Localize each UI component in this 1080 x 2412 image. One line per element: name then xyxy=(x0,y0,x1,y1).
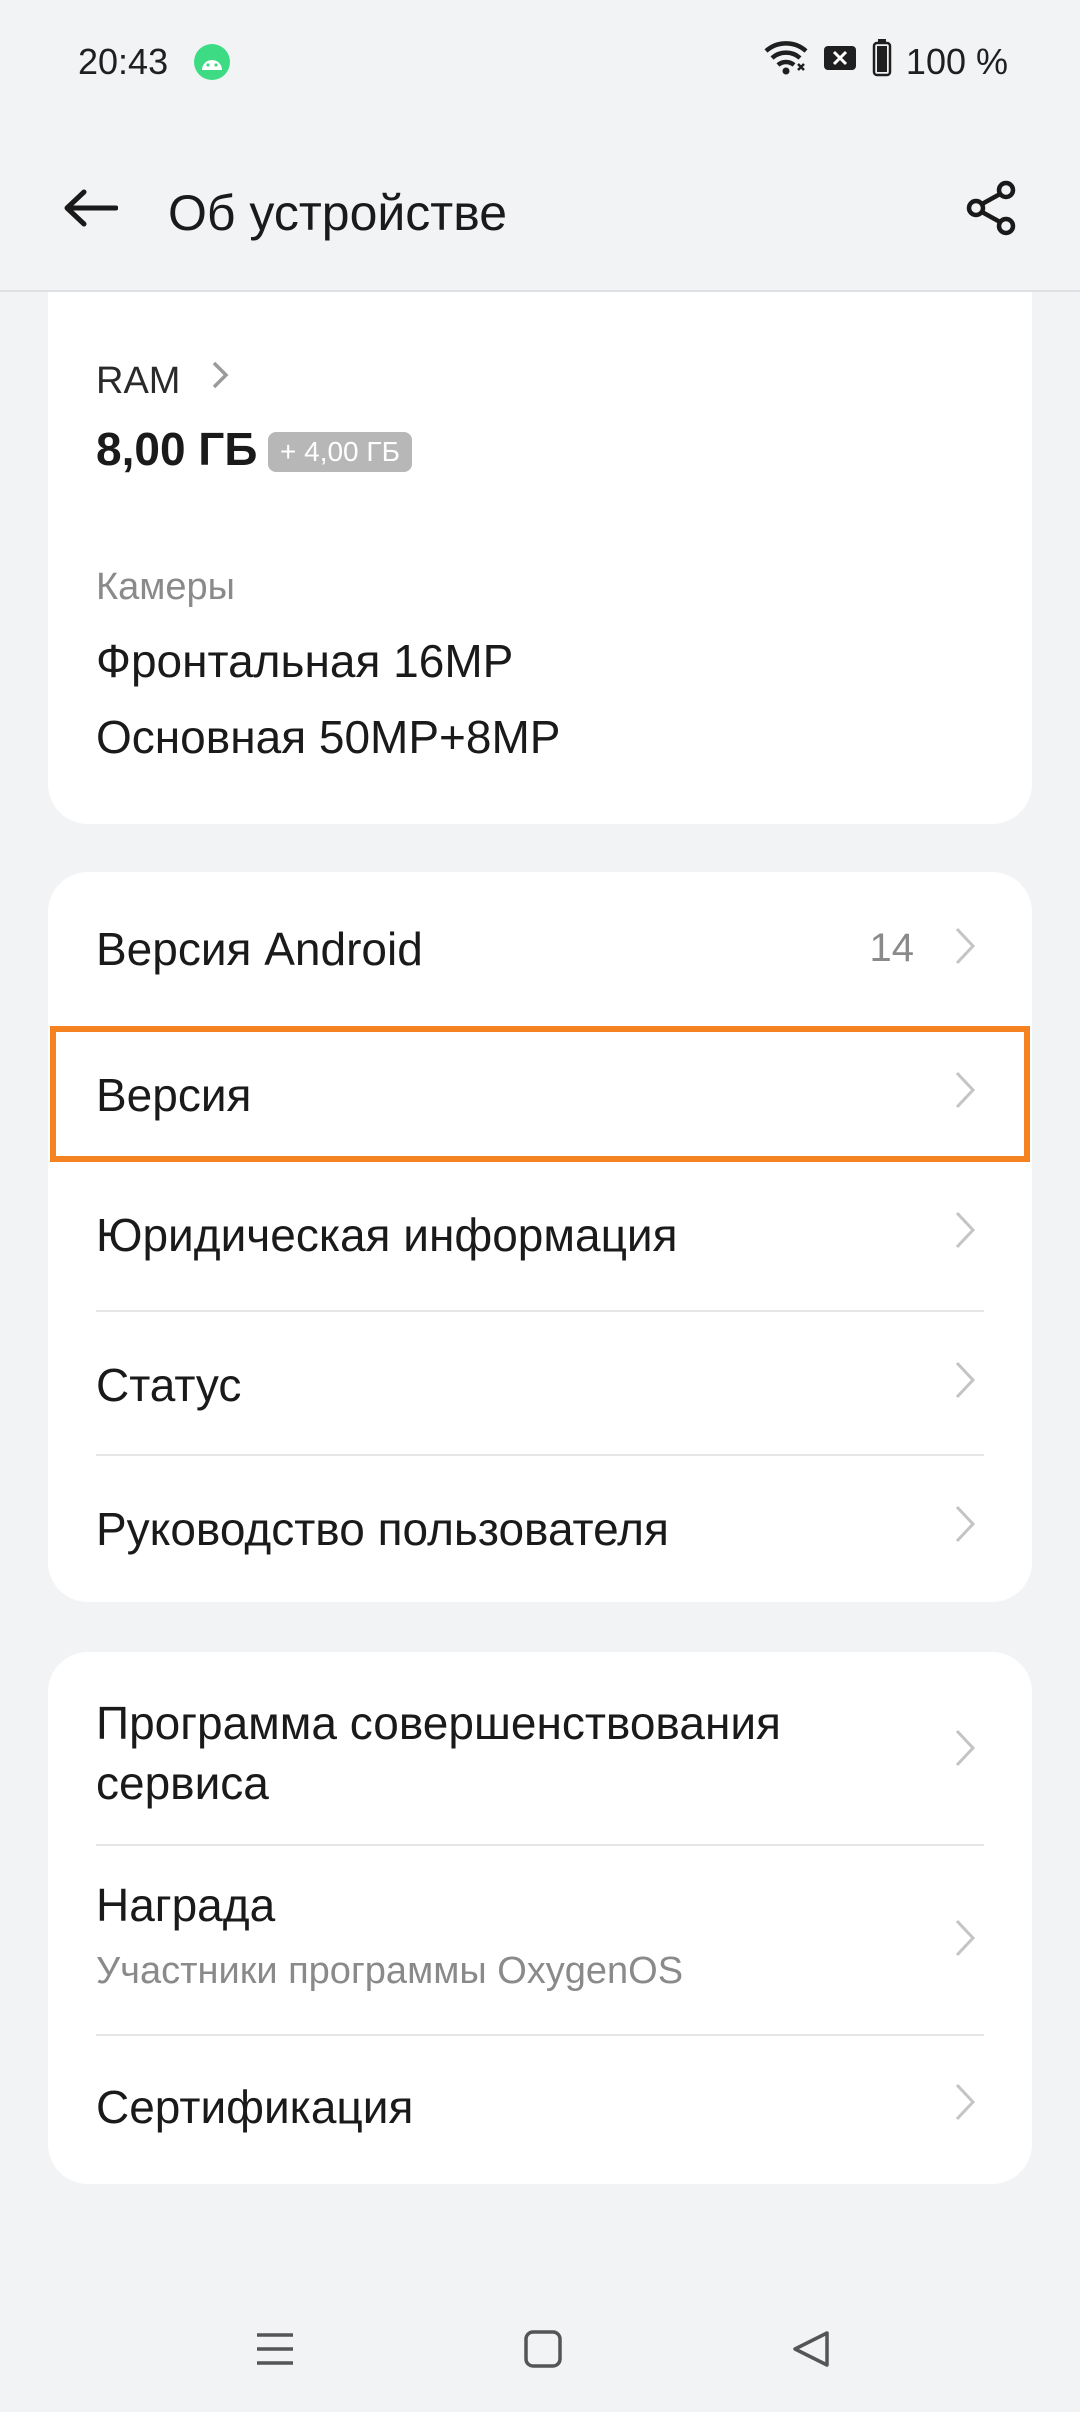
page-title: Об устройстве xyxy=(168,185,508,241)
back-button[interactable] xyxy=(50,168,130,248)
home-icon xyxy=(524,2330,562,2368)
list-item-label: Руководство пользователя xyxy=(96,1503,669,1555)
battery-icon xyxy=(872,38,892,86)
list-item-reward[interactable]: Награда Участники программы OxygenOS xyxy=(48,1846,1032,2034)
camera-main: Основная 50MP+8MP xyxy=(96,711,561,763)
list-item-label: Версия xyxy=(96,1069,252,1121)
back-arrow-icon xyxy=(64,189,118,227)
list-item-label: Сертификация xyxy=(96,2081,414,2133)
back-icon xyxy=(793,2331,829,2367)
wifi-icon xyxy=(764,40,808,85)
android-notification-icon xyxy=(194,44,231,80)
chevron-right-icon xyxy=(954,926,976,971)
share-button[interactable] xyxy=(948,164,1036,252)
menu-button[interactable] xyxy=(230,2304,320,2394)
camera-front: Фронтальная 16MP xyxy=(96,635,514,687)
ram-label[interactable]: RAM xyxy=(96,360,180,403)
list-item-label-line2: сервиса xyxy=(96,1757,269,1809)
status-bar: 20:43 100 % xyxy=(0,0,1080,124)
chevron-right-icon xyxy=(954,1728,976,1773)
chevron-right-icon xyxy=(954,1070,976,1115)
list-item-subtitle: Участники программы OxygenOS xyxy=(96,1950,684,1992)
chevron-right-icon xyxy=(954,1918,976,1963)
chevron-right-icon xyxy=(954,1360,976,1405)
chevron-right-icon xyxy=(954,1210,976,1255)
list-item-label: Награда xyxy=(96,1879,276,1931)
menu-icon xyxy=(257,2333,293,2365)
share-icon xyxy=(966,180,1016,236)
status-time: 20:43 xyxy=(78,41,169,82)
list-item-version[interactable]: Версия xyxy=(48,1018,1032,1162)
chevron-right-icon xyxy=(954,1504,976,1549)
list-item-label: Юридическая информация xyxy=(96,1209,678,1261)
ram-value: 8,00 ГБ xyxy=(96,423,258,475)
cameras-label: Камеры xyxy=(96,566,235,608)
list-item-legal-info[interactable]: Юридическая информация xyxy=(48,1162,1032,1306)
software-card: Версия Android 14 Версия Юридическая инф… xyxy=(48,872,1032,1602)
ram-extension-badge: + 4,00 ГБ xyxy=(268,432,412,472)
home-button[interactable] xyxy=(498,2304,588,2394)
list-item-certification[interactable]: Сертификация xyxy=(48,2036,1032,2184)
list-item-service-improvement[interactable]: Программа совершенствования сервиса xyxy=(48,1652,1032,1844)
list-item-android-version[interactable]: Версия Android 14 xyxy=(48,872,1032,1018)
chevron-right-icon[interactable] xyxy=(210,360,230,395)
navigation-bar xyxy=(0,2284,1080,2412)
specs-card: RAM 8,00 ГБ + 4,00 ГБ Камеры Фронтальная… xyxy=(48,292,1032,824)
back-nav-button[interactable] xyxy=(766,2304,856,2394)
list-item-label-line1: Программа совершенствования xyxy=(96,1697,781,1749)
battery-percent: 100 % xyxy=(905,41,1008,82)
list-item-status[interactable]: Статус xyxy=(48,1312,1032,1456)
list-item-label: Версия Android xyxy=(96,923,423,975)
android-version-value: 14 xyxy=(869,926,915,970)
chevron-right-icon xyxy=(954,2082,976,2127)
app-bar: Об устройстве xyxy=(0,124,1080,292)
list-item-label: Статус xyxy=(96,1359,242,1411)
programs-card: Программа совершенствования сервиса Нагр… xyxy=(48,1652,1032,2184)
list-item-user-guide[interactable]: Руководство пользователя xyxy=(48,1456,1032,1602)
sim-blocked-icon xyxy=(822,41,858,83)
